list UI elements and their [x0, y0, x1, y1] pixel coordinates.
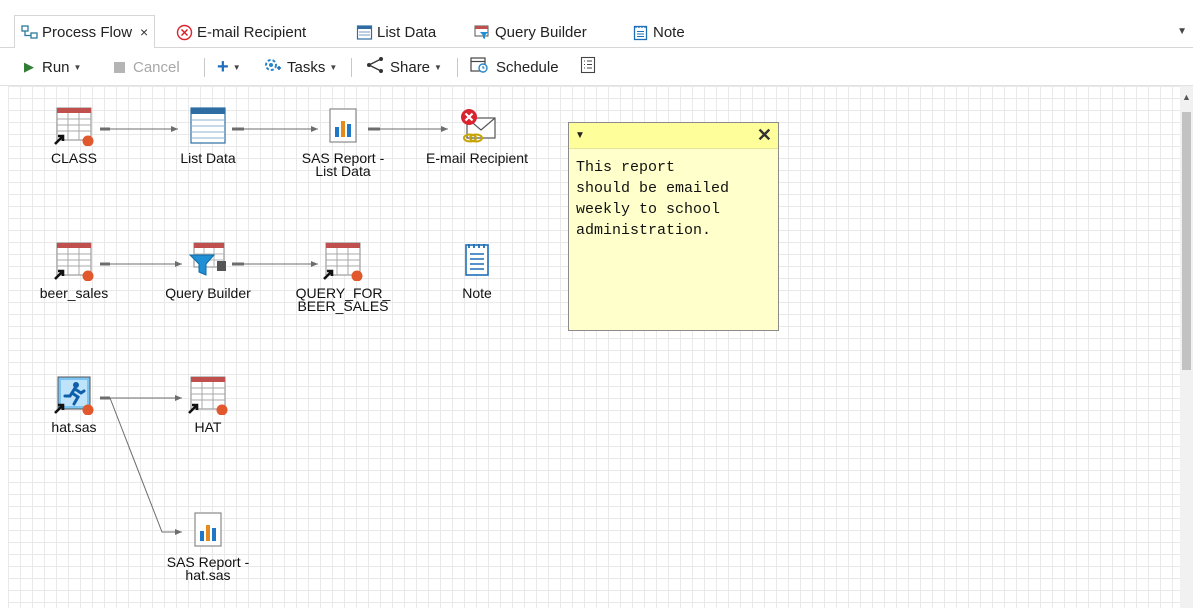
- tab-close-icon[interactable]: ×: [140, 24, 148, 40]
- process-flow-toolbar: ▶ Run ▼ Cancel + ▼ Tasks ▼ Share ▼ Sched…: [0, 48, 1193, 86]
- node-beer-sales-label: beer_sales: [39, 285, 109, 301]
- schedule-button[interactable]: Schedule: [470, 57, 559, 77]
- tab-note-label: Note: [653, 23, 685, 41]
- toolbar-divider: [351, 58, 352, 77]
- node-sas-report-list-data[interactable]: SAS Report - List Data: [278, 106, 408, 178]
- node-list-data-label: List Data: [180, 150, 236, 166]
- dataset-icon: [54, 241, 94, 282]
- list-data-icon: [356, 24, 373, 41]
- tab-process-flow[interactable]: Process Flow ×: [14, 15, 156, 49]
- add-dropdown-icon[interactable]: ▼: [233, 63, 241, 72]
- scroll-up-arrow-icon[interactable]: ▲: [1182, 92, 1191, 102]
- dataset-icon: [54, 106, 94, 147]
- scrollbar-thumb[interactable]: [1182, 112, 1191, 370]
- sas-program-icon: [54, 375, 94, 416]
- share-button[interactable]: Share ▼: [365, 57, 442, 77]
- node-list-data[interactable]: List Data: [143, 106, 273, 165]
- cancel-label: Cancel: [133, 58, 180, 76]
- query-builder-icon: [474, 24, 491, 41]
- vertical-scrollbar[interactable]: ▲: [1180, 86, 1193, 608]
- schedule-label: Schedule: [496, 58, 559, 76]
- list-data-icon: [188, 106, 228, 146]
- sas-report-icon: [323, 106, 363, 146]
- node-query-for-beer-sales[interactable]: QUERY_FOR_ BEER_SALES: [278, 241, 408, 313]
- node-note[interactable]: Note: [412, 241, 542, 300]
- tasks-dropdown-icon[interactable]: ▼: [329, 63, 337, 72]
- tasks-label: Tasks: [287, 58, 326, 76]
- tasks-icon: [262, 56, 282, 78]
- run-icon: ▶: [24, 59, 34, 74]
- schedule-icon: [470, 56, 489, 78]
- tab-overflow-chevron-icon[interactable]: ▼: [1177, 26, 1187, 37]
- run-dropdown-icon[interactable]: ▼: [74, 63, 82, 72]
- email-error-icon: [457, 106, 497, 146]
- note-icon: [632, 24, 649, 41]
- dataset-icon: [323, 241, 363, 282]
- node-hat-sas-label: hat.sas: [51, 419, 97, 435]
- document-tab-bar: Process Flow × E-mail Recipient List Dat…: [0, 8, 1193, 49]
- node-hat-sas-program[interactable]: hat.sas: [9, 375, 139, 434]
- share-icon: [365, 56, 385, 78]
- add-label: +: [217, 55, 229, 78]
- tasks-button[interactable]: Tasks ▼: [262, 57, 337, 77]
- node-note-label: Note: [462, 285, 492, 301]
- tab-list-data-label: List Data: [377, 23, 437, 41]
- sticky-note-header[interactable]: ▼ ✕: [569, 123, 778, 149]
- node-sas-report-hat-label: SAS Report - hat.sas: [166, 554, 250, 583]
- node-sas-report-hat[interactable]: SAS Report - hat.sas: [143, 510, 273, 582]
- tab-email-recipient[interactable]: E-mail Recipient: [170, 16, 306, 48]
- tab-email-recipient-label: E-mail Recipient: [197, 23, 307, 41]
- sticky-close-icon[interactable]: ✕: [757, 125, 772, 146]
- sticky-menu-dropdown-icon[interactable]: ▼: [575, 130, 585, 141]
- sas-report-icon: [188, 510, 228, 550]
- node-beer-sales-dataset[interactable]: beer_sales: [9, 241, 139, 300]
- node-query-builder[interactable]: Query Builder: [143, 241, 273, 300]
- add-button[interactable]: + ▼: [217, 55, 241, 78]
- stop-icon: [114, 61, 125, 73]
- properties-icon: [580, 56, 596, 78]
- toolbar-divider: [457, 58, 458, 77]
- cancel-button[interactable]: Cancel: [114, 57, 180, 77]
- sticky-note-text[interactable]: This report should be emailed weekly to …: [569, 149, 778, 249]
- run-label: Run: [42, 58, 70, 76]
- note-icon: [457, 241, 497, 281]
- node-class-dataset[interactable]: CLASS: [9, 106, 139, 165]
- tab-query-builder[interactable]: Query Builder: [468, 16, 587, 48]
- node-hat-label: HAT: [194, 419, 222, 435]
- dataset-icon: [188, 375, 228, 416]
- query-builder-icon: [188, 241, 228, 281]
- properties-button[interactable]: [580, 56, 596, 78]
- node-query-builder-label: Query Builder: [165, 285, 251, 301]
- process-flow-icon: [21, 24, 38, 41]
- run-button[interactable]: ▶ Run ▼: [24, 57, 81, 77]
- node-sas-report-list-data-label: SAS Report - List Data: [301, 150, 385, 179]
- node-email-recipient[interactable]: E-mail Recipient: [412, 106, 542, 165]
- tab-query-builder-label: Query Builder: [495, 23, 587, 41]
- toolbar-divider: [204, 58, 205, 77]
- node-class-label: CLASS: [51, 150, 97, 166]
- sticky-note[interactable]: ▼ ✕ This report should be emailed weekly…: [568, 122, 779, 331]
- error-circle-icon: [176, 24, 193, 41]
- share-label: Share: [390, 58, 431, 76]
- tab-note[interactable]: Note: [626, 16, 685, 48]
- tab-process-flow-label: Process Flow: [42, 23, 133, 41]
- node-query-for-beer-sales-label: QUERY_FOR_ BEER_SALES: [295, 285, 391, 314]
- share-dropdown-icon[interactable]: ▼: [434, 63, 442, 72]
- node-email-recipient-label: E-mail Recipient: [426, 150, 528, 166]
- tab-list-data[interactable]: List Data: [350, 16, 436, 48]
- node-hat-dataset[interactable]: HAT: [143, 375, 273, 434]
